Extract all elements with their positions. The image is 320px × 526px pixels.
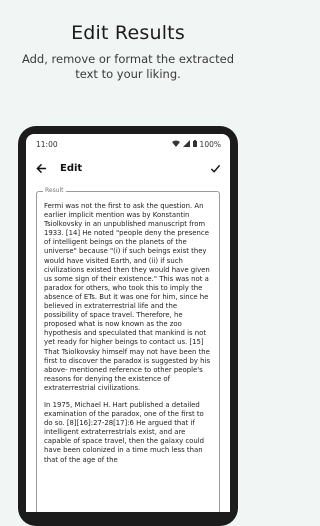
result-field-label: Result (43, 187, 66, 194)
status-bar: 11:00 100% (26, 134, 230, 154)
app-bar: Edit (26, 154, 230, 182)
check-icon[interactable] (208, 161, 222, 175)
wifi-icon (171, 140, 180, 149)
promo-headline: Edit Results (71, 22, 185, 44)
status-time: 11:00 (36, 139, 58, 149)
promo-subline: Add, remove or format the extracted text… (21, 52, 235, 81)
result-text[interactable]: Fermi was not the first to ask the quest… (37, 192, 219, 465)
result-text-field[interactable]: Result Fermi was not the first to ask th… (36, 187, 220, 512)
phone-screen: 11:00 100% Edit Result Fermi was not the… (26, 134, 230, 512)
arrow-back-icon[interactable] (34, 161, 48, 175)
result-paragraph-1: Fermi was not the first to ask the quest… (44, 202, 211, 392)
screen-title: Edit (60, 162, 83, 174)
battery-percent: 100% (199, 139, 221, 149)
signal-icon (182, 139, 190, 149)
status-icons: 100% (171, 139, 221, 149)
battery-icon (192, 139, 197, 149)
result-paragraph-2: In 1975, Michael H. Hart published a det… (44, 400, 205, 464)
